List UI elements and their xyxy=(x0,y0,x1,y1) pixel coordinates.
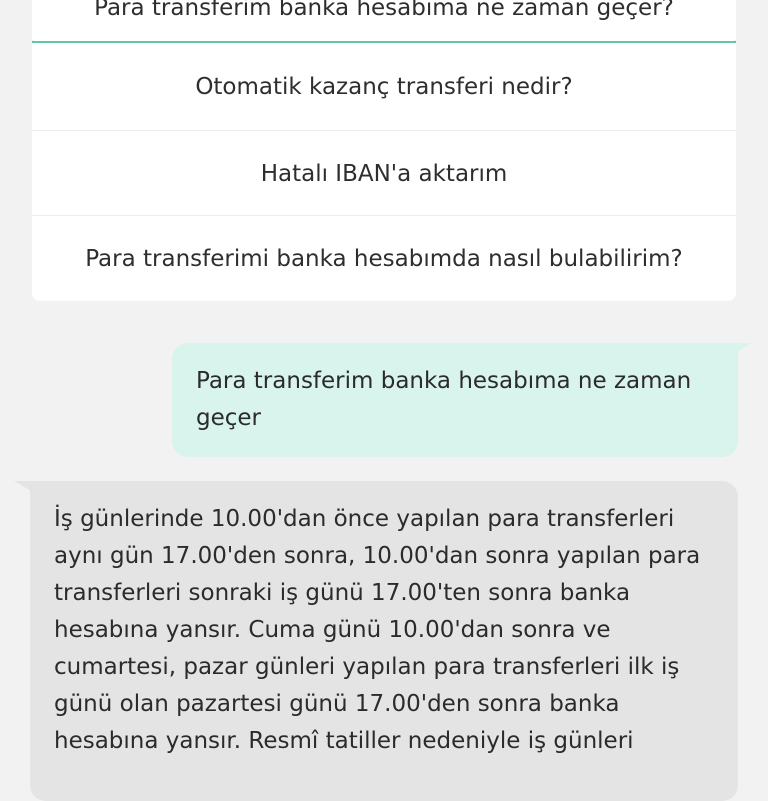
faq-option-label: Otomatik kazanç transferi nedir? xyxy=(195,74,573,100)
bot-message-text: İş günlerinde 10.00'dan önce yapılan par… xyxy=(54,506,701,754)
faq-options-card: Para transferim banka hesabıma ne zaman … xyxy=(32,0,736,301)
faq-option-label: Hatalı IBAN'a aktarım xyxy=(260,160,508,187)
faq-option-find-transfer[interactable]: Para transferimi banka hesabımda nasıl b… xyxy=(32,217,736,301)
user-message-bubble: Para transferim banka hesabıma ne zaman … xyxy=(172,343,738,457)
faq-option-auto-transfer[interactable]: Otomatik kazanç transferi nedir? xyxy=(32,44,736,131)
bot-message-bubble: İş günlerinde 10.00'dan önce yapılan par… xyxy=(30,481,738,801)
faq-option-wrong-iban[interactable]: Hatalı IBAN'a aktarım xyxy=(32,132,736,216)
faq-option-transfer-time[interactable]: Para transferim banka hesabıma ne zaman … xyxy=(32,0,736,43)
faq-option-label: Para transferim banka hesabıma ne zaman … xyxy=(94,0,674,21)
user-message-text: Para transferim banka hesabıma ne zaman … xyxy=(196,368,692,431)
faq-option-label: Para transferimi banka hesabımda nasıl b… xyxy=(85,246,683,272)
